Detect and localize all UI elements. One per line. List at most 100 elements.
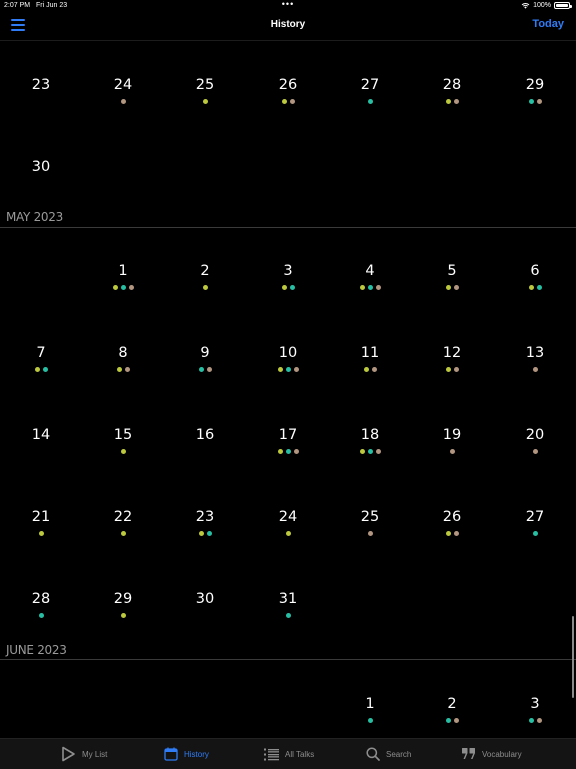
activity-dots xyxy=(82,367,164,372)
day-cell[interactable]: 28 xyxy=(0,590,82,640)
day-cell[interactable]: 9 xyxy=(164,344,246,394)
activity-dots xyxy=(0,99,82,104)
activity-dots xyxy=(329,367,411,372)
day-cell[interactable]: 8 xyxy=(82,344,164,394)
day-cell[interactable]: 2 xyxy=(164,262,246,312)
day-cell[interactable]: 17 xyxy=(247,426,329,476)
day-number: 13 xyxy=(525,345,545,361)
day-cell[interactable]: 21 xyxy=(0,508,82,558)
day-cell[interactable]: 18 xyxy=(329,426,411,476)
today-button[interactable]: Today xyxy=(532,18,564,30)
day-cell[interactable]: 24 xyxy=(247,508,329,558)
day-cell[interactable]: 7 xyxy=(0,344,82,394)
activity-dot xyxy=(124,367,130,372)
day-cell[interactable]: 14 xyxy=(0,426,82,476)
day-number: 28 xyxy=(31,591,51,607)
activity-dot xyxy=(375,285,381,290)
tab-my-list[interactable]: My List xyxy=(60,739,107,769)
day-cell[interactable]: 23 xyxy=(0,76,82,126)
activity-dot xyxy=(42,367,48,372)
activity-dot xyxy=(445,285,451,290)
activity-dot xyxy=(206,531,212,536)
day-cell[interactable]: 24 xyxy=(82,76,164,126)
day-number: 28 xyxy=(442,77,462,93)
day-cell[interactable]: 30 xyxy=(164,590,246,640)
day-number: 15 xyxy=(113,427,133,443)
tab-history[interactable]: History xyxy=(164,739,209,769)
day-cell[interactable]: 26 xyxy=(247,76,329,126)
day-cell[interactable]: 1 xyxy=(82,262,164,312)
activity-dot xyxy=(198,367,204,372)
day-cell[interactable]: 3 xyxy=(247,262,329,312)
tab-all-talks[interactable]: All Talks xyxy=(264,739,314,769)
day-cell[interactable]: 19 xyxy=(411,426,493,476)
day-cell[interactable]: 15 xyxy=(82,426,164,476)
day-cell[interactable]: 31 xyxy=(247,590,329,640)
month-header: JUNE 2023 xyxy=(0,643,576,657)
activity-dot xyxy=(289,99,295,104)
day-cell[interactable]: 11 xyxy=(329,344,411,394)
activity-dot xyxy=(445,367,451,372)
activity-dots xyxy=(82,613,164,618)
activity-dots xyxy=(82,285,164,290)
activity-dots xyxy=(329,449,411,454)
day-cell[interactable]: 20 xyxy=(494,426,576,476)
day-cell[interactable]: 12 xyxy=(411,344,493,394)
tab-vocabulary[interactable]: Vocabulary xyxy=(462,739,522,769)
multitasking-dots-icon[interactable]: ••• xyxy=(0,0,576,9)
day-number: 23 xyxy=(31,77,51,93)
activity-dot xyxy=(120,99,126,104)
day-cell[interactable]: 4 xyxy=(329,262,411,312)
day-cell[interactable]: 1 xyxy=(329,695,411,738)
day-cell[interactable]: 2 xyxy=(411,695,493,738)
activity-dot xyxy=(528,99,534,104)
day-number: 12 xyxy=(442,345,462,361)
activity-dots xyxy=(329,531,411,536)
tab-label: History xyxy=(184,749,209,759)
day-cell[interactable]: 5 xyxy=(411,262,493,312)
activity-dot xyxy=(128,285,134,290)
day-cell[interactable]: 25 xyxy=(329,508,411,558)
day-cell[interactable]: 3 xyxy=(494,695,576,738)
day-cell[interactable]: 27 xyxy=(494,508,576,558)
day-cell[interactable]: 10 xyxy=(247,344,329,394)
day-cell[interactable]: 26 xyxy=(411,508,493,558)
day-number: 24 xyxy=(113,77,133,93)
month-label: MAY 2023 xyxy=(6,210,63,224)
activity-dots xyxy=(164,449,246,454)
day-number: 3 xyxy=(530,696,540,712)
day-cell[interactable]: 6 xyxy=(494,262,576,312)
day-cell[interactable]: 29 xyxy=(494,76,576,126)
activity-dot xyxy=(445,718,451,723)
scroll-indicator[interactable] xyxy=(572,616,574,698)
activity-dot xyxy=(202,285,208,290)
day-cell[interactable]: 27 xyxy=(329,76,411,126)
activity-dots xyxy=(164,613,246,618)
calendar-scroll-view[interactable]: 23 24 25 26 27 28 29 30 MAY 2023 1 2 3 4 5 6 7 8 9 10 11 12 1… xyxy=(0,40,576,738)
day-cell[interactable]: 16 xyxy=(164,426,246,476)
day-number: 21 xyxy=(31,509,51,525)
activity-dots xyxy=(411,531,493,536)
activity-dot xyxy=(453,531,459,536)
day-cell[interactable]: 25 xyxy=(164,76,246,126)
day-cell[interactable]: 23 xyxy=(164,508,246,558)
activity-dots xyxy=(494,367,576,372)
activity-dot xyxy=(116,367,122,372)
activity-dot xyxy=(285,449,291,454)
activity-dot xyxy=(285,367,291,372)
day-cell[interactable]: 13 xyxy=(494,344,576,394)
day-number: 26 xyxy=(442,509,462,525)
activity-dot xyxy=(198,531,204,536)
activity-dots xyxy=(0,531,82,536)
day-cell[interactable]: 28 xyxy=(411,76,493,126)
day-cell[interactable]: 22 xyxy=(82,508,164,558)
activity-dot xyxy=(371,367,377,372)
activity-dots xyxy=(411,99,493,104)
day-cell[interactable]: 30 xyxy=(0,158,82,208)
day-cell[interactable]: 29 xyxy=(82,590,164,640)
tab-search[interactable]: Search xyxy=(366,739,411,769)
activity-dots xyxy=(329,718,411,723)
activity-dot xyxy=(38,613,44,618)
activity-dot xyxy=(293,449,299,454)
activity-dots xyxy=(329,285,411,290)
